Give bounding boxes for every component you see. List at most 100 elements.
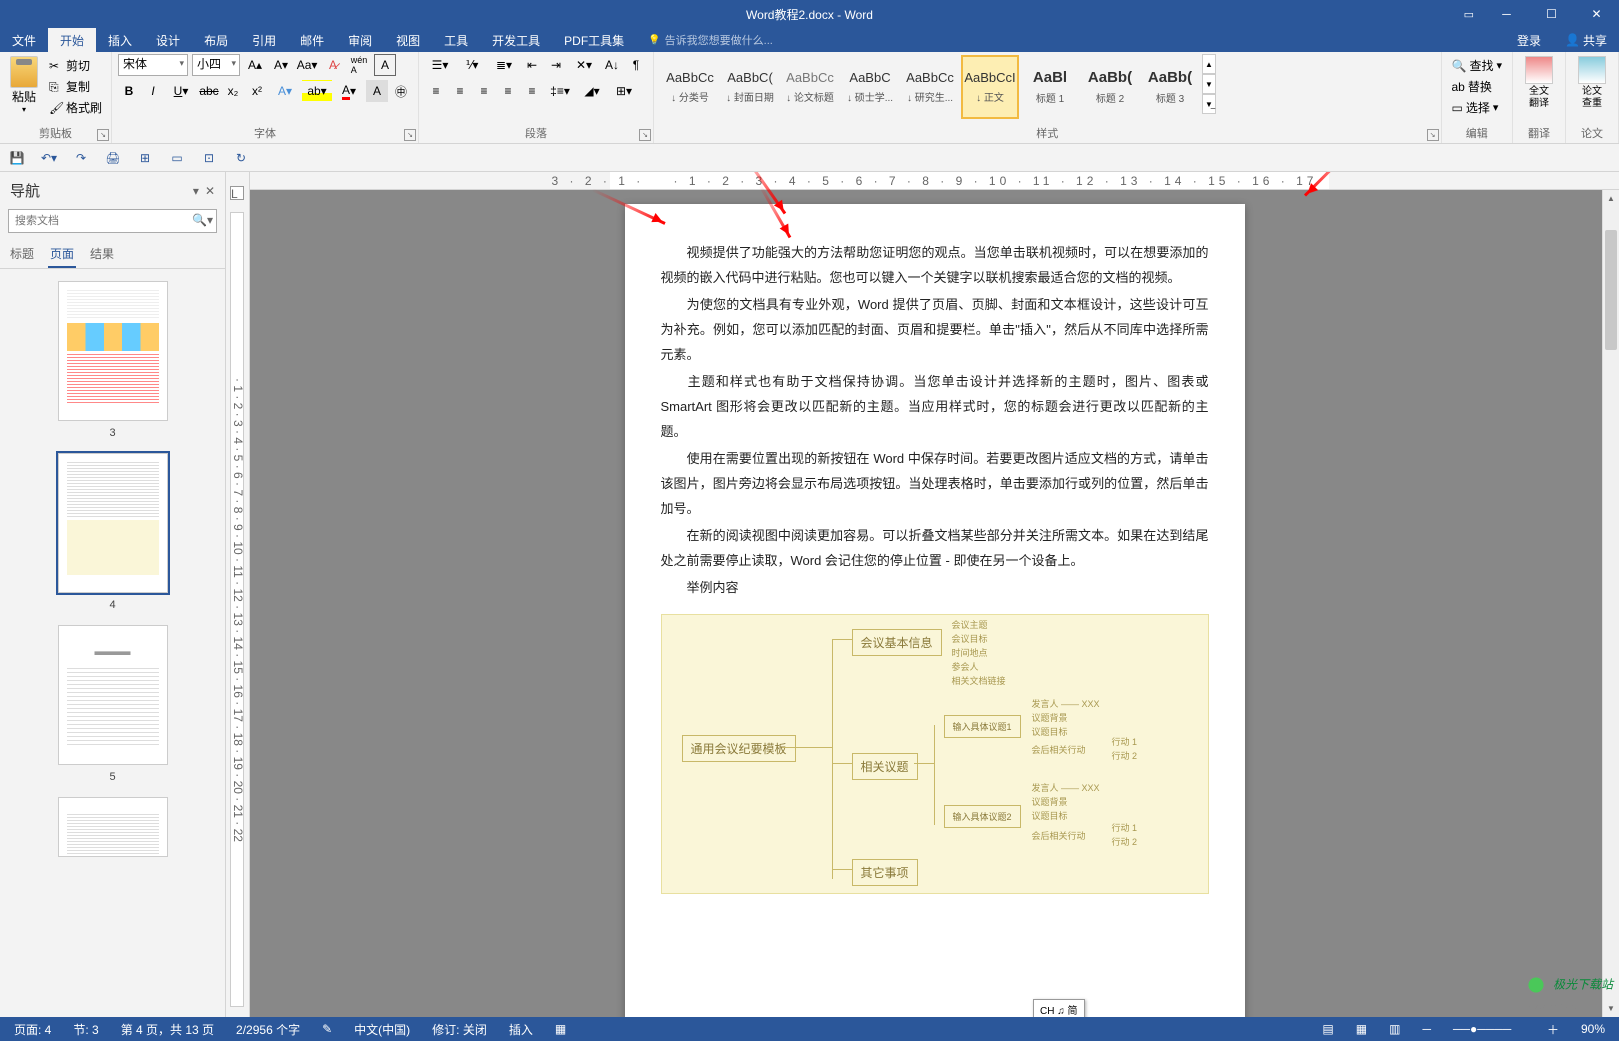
align-left-button[interactable]: ≡ [425,80,447,102]
tab-design[interactable]: 设计 [144,28,192,52]
tab-file[interactable]: 文件 [0,28,48,52]
login-button[interactable]: 登录 [1505,28,1553,52]
full-translate-button[interactable]: 全文翻译 [1519,54,1559,112]
clipboard-launcher[interactable]: ↘ [97,129,109,141]
style-item-5[interactable]: AaBbCcI↓ 正文 [961,55,1019,119]
decrease-indent-button[interactable]: ⇤ [521,54,543,76]
nav-close-button[interactable]: ✕ [205,184,215,198]
vertical-scrollbar[interactable]: ▲ ▼ [1602,190,1619,1017]
tab-insert[interactable]: 插入 [96,28,144,52]
tab-home[interactable]: 开始 [48,28,96,52]
shrink-font-button[interactable]: A▾ [270,54,292,76]
asian-layout-button[interactable]: ✕▾ [569,54,599,76]
paste-button[interactable]: 粘贴 ▾ [6,54,42,123]
nav-search-input[interactable] [8,209,217,233]
styles-launcher[interactable]: ↘ [1427,129,1439,141]
shading-button[interactable]: ◢▾ [577,80,607,102]
clear-format-button[interactable]: A̷ [322,54,344,76]
qat-redo-button[interactable]: ↷ [72,149,90,167]
tab-developer[interactable]: 开发工具 [480,28,552,52]
tab-view[interactable]: 视图 [384,28,432,52]
zoom-in-button[interactable]: ＋ [1543,1021,1563,1038]
view-web-button[interactable]: ▥ [1385,1022,1404,1036]
font-color-button[interactable]: A▾ [334,80,364,102]
align-right-button[interactable]: ≡ [473,80,495,102]
justify-button[interactable]: ≡ [497,80,519,102]
view-read-button[interactable]: ▤ [1318,1022,1337,1036]
tab-mailings[interactable]: 邮件 [288,28,336,52]
page-thumbnail-3[interactable] [58,281,168,421]
phonetic-button[interactable]: wénA [348,54,370,76]
underline-button[interactable]: U▾ [166,80,196,102]
bold-button[interactable]: B [118,80,140,102]
ime-indicator[interactable]: CH ♫ 简 [1033,999,1085,1017]
document-page[interactable]: 视频提供了功能强大的方法帮助您证明您的观点。当您单击联机视频时，可以在想要添加的… [625,204,1245,1017]
status-section[interactable]: 节: 3 [69,1021,102,1038]
scroll-thumb[interactable] [1605,230,1617,350]
line-spacing-button[interactable]: ‡≡▾ [545,80,575,102]
status-insert[interactable]: 插入 [505,1021,537,1038]
distribute-button[interactable]: ≡ [521,80,543,102]
nav-tab-pages[interactable]: 页面 [48,241,76,268]
bullets-button[interactable]: ☰▾ [425,54,455,76]
ribbon-display-icon[interactable]: ▭ [1454,8,1484,21]
grow-font-button[interactable]: A▴ [244,54,266,76]
cut-button[interactable]: ✂剪切 [46,56,105,75]
style-item-8[interactable]: AaBb(标题 3 [1141,55,1199,119]
qat-print-button[interactable]: 🖨 [104,149,122,167]
qat-btn8[interactable]: ↻ [232,149,250,167]
multilevel-button[interactable]: ≣▾ [489,54,519,76]
styles-up[interactable]: ▲ [1202,54,1216,74]
style-item-2[interactable]: AaBbCc↓ 论文标题 [781,55,839,119]
tab-tools[interactable]: 工具 [432,28,480,52]
scroll-down-button[interactable]: ▼ [1603,1000,1619,1017]
zoom-level[interactable]: 90% [1577,1022,1609,1036]
qat-btn6[interactable]: ▭ [168,149,186,167]
styles-more[interactable]: ▼̲ [1202,94,1216,114]
status-proof-icon[interactable]: ✎ [318,1022,336,1036]
borders-button[interactable]: ⊞▾ [609,80,639,102]
style-item-4[interactable]: AaBbCc↓ 研究生... [901,55,959,119]
highlight-button[interactable]: ab▾ [302,80,332,102]
tab-review[interactable]: 审阅 [336,28,384,52]
tell-me-input[interactable]: 告诉我您想要做什么... [636,28,785,52]
find-button[interactable]: 🔍查找 ▾ [1448,56,1507,75]
tab-references[interactable]: 引用 [240,28,288,52]
status-track[interactable]: 修订: 关闭 [428,1021,491,1038]
char-shading-button[interactable]: A [366,80,388,102]
qat-btn5[interactable]: ⊞ [136,149,154,167]
qat-btn7[interactable]: ⊡ [200,149,218,167]
status-pagecount[interactable]: 第 4 页，共 13 页 [117,1021,218,1038]
qat-undo-button[interactable]: ↶▾ [40,149,58,167]
italic-button[interactable]: I [142,80,164,102]
style-item-1[interactable]: AaBbC(↓ 封面日期 [721,55,779,119]
tab-pdf[interactable]: PDF工具集 [552,28,636,52]
strike-button[interactable]: abc [198,80,220,102]
page-thumbnail-6[interactable] [58,797,168,857]
close-button[interactable]: ✕ [1574,0,1619,28]
sort-button[interactable]: A↓ [601,54,623,76]
scroll-up-button[interactable]: ▲ [1603,190,1619,207]
share-button[interactable]: 👤共享 [1553,28,1619,52]
paragraph-launcher[interactable]: ↘ [639,129,651,141]
text-effects-button[interactable]: A▾ [270,80,300,102]
style-item-7[interactable]: AaBb(标题 2 [1081,55,1139,119]
ruler-corner[interactable]: L [230,186,244,200]
search-icon[interactable]: 🔍▾ [192,213,213,227]
qat-save-button[interactable]: 💾 [8,149,26,167]
thesis-check-button[interactable]: 论文查重 [1572,54,1612,112]
align-center-button[interactable]: ≡ [449,80,471,102]
select-button[interactable]: ▭选择 ▾ [1448,98,1507,117]
font-name-select[interactable]: 宋体 [118,54,188,76]
superscript-button[interactable]: x² [246,80,268,102]
enclose-char-button[interactable]: ㊥ [390,80,412,102]
styles-down[interactable]: ▼ [1202,74,1216,94]
zoom-slider[interactable]: ──●──── [1449,1022,1529,1036]
change-case-button[interactable]: Aa▾ [296,54,318,76]
page-thumbnail-4[interactable] [58,453,168,593]
style-item-6[interactable]: AaBl标题 1 [1021,55,1079,119]
copy-button[interactable]: ⎘复制 [46,77,105,96]
font-launcher[interactable]: ↘ [404,129,416,141]
nav-dropdown-icon[interactable]: ▾ [193,184,199,198]
view-print-button[interactable]: ▦ [1352,1022,1371,1036]
